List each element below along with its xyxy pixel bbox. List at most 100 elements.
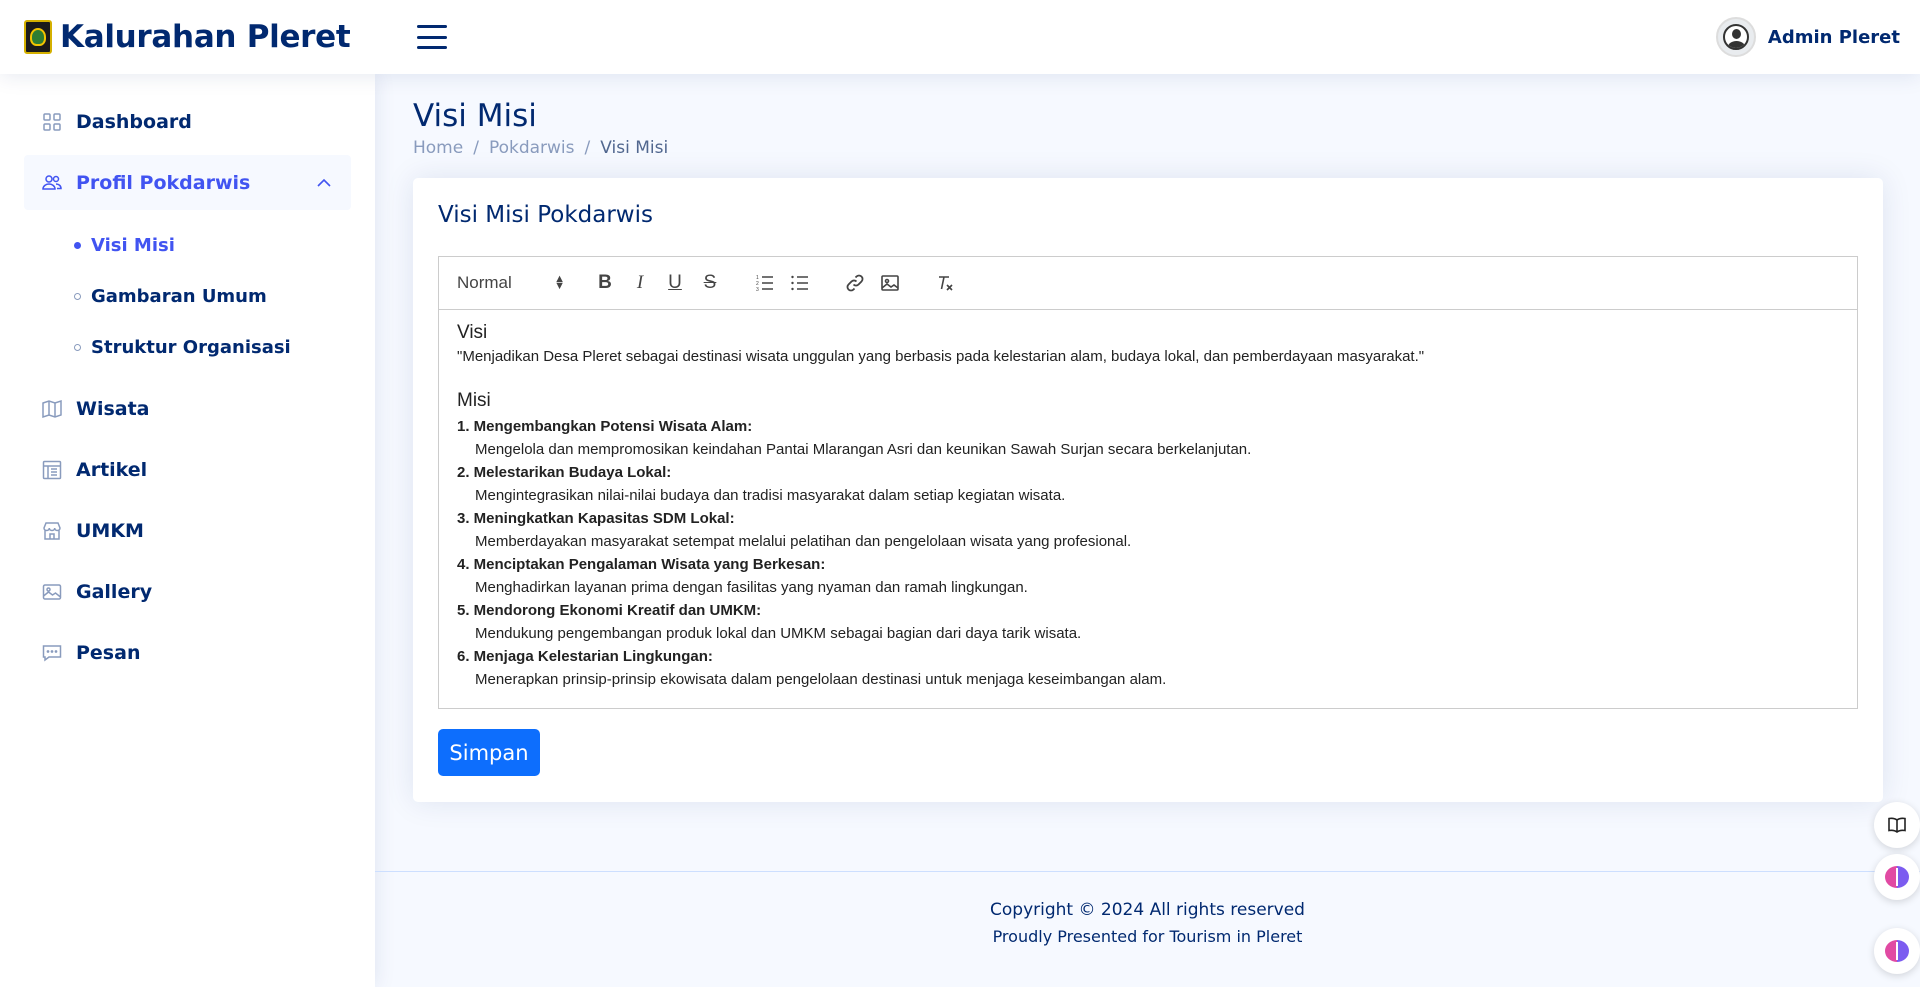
book-icon <box>1888 817 1906 833</box>
sidebar-item-gallery[interactable]: Gallery <box>24 564 351 619</box>
sidebar-item-dashboard[interactable]: Dashboard <box>24 94 351 149</box>
save-button[interactable]: Simpan <box>438 729 540 776</box>
bullet-list-icon <box>791 275 808 291</box>
chevron-up-icon <box>317 178 331 187</box>
clear-format-button[interactable] <box>931 269 959 297</box>
grid-icon <box>42 112 62 132</box>
misi-title: 3. Meningkatkan Kapasitas SDM Lokal: <box>457 510 735 527</box>
misi-desc: Memberdayakan masyarakat setempat melalu… <box>475 533 1132 550</box>
footer-copyright: Copyright © 2024 All rights reserved <box>990 900 1305 920</box>
user-icon <box>1722 24 1749 50</box>
sidebar-item-label: Profil Pokdarwis <box>76 171 251 194</box>
brain-icon <box>1885 866 1909 888</box>
sidebar-subitem-label: Gambaran Umum <box>91 286 267 307</box>
ordered-list-icon: 123 <box>756 275 773 293</box>
clear-format-icon <box>939 276 953 291</box>
svg-text:3: 3 <box>756 287 759 293</box>
circle-icon <box>74 293 81 300</box>
ai-assistant-button[interactable] <box>1874 854 1920 900</box>
misi-desc: Menghadirkan layanan prima dengan fasili… <box>475 579 1028 596</box>
sidebar-item-label: Gallery <box>76 580 153 603</box>
list-item: 3. Meningkatkan Kapasitas SDM Lokal: Memb… <box>457 507 1839 553</box>
misi-list: 1. Mengembangkan Potensi Wisata Alam: Men… <box>457 415 1839 691</box>
misi-title: 2. Melestarikan Budaya Lokal: <box>457 464 672 481</box>
profile-name: Admin Pleret <box>1767 26 1900 48</box>
link-button[interactable] <box>841 269 869 297</box>
list-item: 1. Mengembangkan Potensi Wisata Alam: Men… <box>457 415 1839 461</box>
sort-arrows-icon: ▲ ▼ <box>554 273 565 292</box>
bullet-list-button[interactable] <box>786 269 814 297</box>
breadcrumb-home-link[interactable]: Home <box>413 138 463 158</box>
image-icon <box>881 275 899 291</box>
sidebar-subitem-struktur-organisasi[interactable]: Struktur Organisasi <box>24 322 351 373</box>
list-item: 5. Mendorong Ekonomi Kreatif dan UMKM: Me… <box>457 599 1839 645</box>
misi-desc: Menerapkan prinsip-prinsip ekowisata dal… <box>475 671 1167 688</box>
list-item: 6. Menjaga Kelestarian Lingkungan: Menera… <box>457 645 1839 691</box>
ordered-list-button[interactable]: 123 <box>751 269 779 297</box>
editor-content-area[interactable]: Visi "Menjadikan Desa Pleret sebagai des… <box>439 310 1857 708</box>
misi-title: 4. Menciptakan Pengalaman Wisata yang Be… <box>457 556 826 573</box>
hamburger-icon-line <box>417 46 447 49</box>
sidebar-item-label: Dashboard <box>76 110 192 133</box>
misi-title: 5. Mendorong Ekonomi Kreatif dan UMKM: <box>457 602 762 619</box>
sidebar-item-label: Artikel <box>76 458 148 481</box>
visi-heading: Visi <box>457 322 488 343</box>
avatar <box>1715 17 1756 57</box>
sidebar-submenu: Visi Misi Gambaran Umum Struktur Organis… <box>24 216 351 381</box>
reader-mode-button[interactable] <box>1874 802 1920 848</box>
sidebar-item-label: UMKM <box>76 519 144 542</box>
sidebar-item-pesan[interactable]: Pesan <box>24 625 351 680</box>
header: Kalurahan Pleret Admin Pleret <box>0 0 1920 74</box>
footer-credit: Proudly Presented for Tourism in Pleret <box>992 927 1303 946</box>
logo-text: Kalurahan Pleret <box>60 19 351 55</box>
underline-button[interactable]: U <box>661 269 689 297</box>
profile-dropdown[interactable]: Admin Pleret <box>1715 17 1900 57</box>
page-title: Visi Misi <box>413 98 537 134</box>
sidebar-item-profil-pokdarwis[interactable]: Profil Pokdarwis <box>24 155 351 210</box>
breadcrumb-separator: / <box>584 138 591 158</box>
sidebar-subitem-visi-misi[interactable]: Visi Misi <box>24 220 351 271</box>
layout-text-icon <box>42 460 62 480</box>
format-select[interactable]: Normal ▲ ▼ <box>457 273 565 293</box>
strikethrough-button[interactable]: S <box>696 269 724 297</box>
visi-text: "Menjadikan Desa Pleret sebagai destinas… <box>457 348 1425 365</box>
breadcrumb-current: Visi Misi <box>600 138 669 158</box>
link-icon <box>846 274 864 292</box>
sidebar: Dashboard Profil Pokdarwis Visi Misi Gam… <box>0 74 375 987</box>
brain-icon <box>1885 940 1909 962</box>
format-select-value: Normal <box>457 273 512 292</box>
breadcrumb-pokdarwis-link[interactable]: Pokdarwis <box>489 138 575 158</box>
sidebar-item-label: Wisata <box>76 397 150 420</box>
sidebar-item-umkm[interactable]: UMKM <box>24 503 351 558</box>
sidebar-subitem-gambaran-umum[interactable]: Gambaran Umum <box>24 271 351 322</box>
breadcrumb: Home / Pokdarwis / Visi Misi <box>413 138 1882 158</box>
misi-title: 1. Mengembangkan Potensi Wisata Alam: <box>457 418 753 435</box>
image-button[interactable] <box>876 269 904 297</box>
visi-misi-card: Visi Misi Pokdarwis Normal ▲ ▼ B I U S 12… <box>413 178 1883 802</box>
hamburger-icon-line <box>417 35 447 39</box>
people-icon <box>42 173 62 193</box>
shop-icon <box>42 521 62 541</box>
sidebar-item-wisata[interactable]: Wisata <box>24 381 351 436</box>
logo[interactable]: Kalurahan Pleret <box>24 19 394 55</box>
italic-button[interactable]: I <box>626 269 654 297</box>
editor-toolbar: Normal ▲ ▼ B I U S 123 <box>439 257 1857 310</box>
hamburger-icon-line <box>417 25 447 28</box>
list-item: 4. Menciptakan Pengalaman Wisata yang Be… <box>457 553 1839 599</box>
sidebar-item-artikel[interactable]: Artikel <box>24 442 351 497</box>
circle-icon <box>74 242 81 249</box>
sidebar-toggle-button[interactable] <box>417 25 447 49</box>
map-icon <box>42 399 62 419</box>
sidebar-item-label: Pesan <box>76 641 141 664</box>
image-icon <box>42 582 62 602</box>
emblem-icon <box>24 20 52 54</box>
chat-dots-icon <box>42 643 62 663</box>
misi-title: 6. Menjaga Kelestarian Lingkungan: <box>457 648 713 665</box>
circle-icon <box>74 344 81 351</box>
sidebar-subitem-label: Visi Misi <box>91 235 175 256</box>
misi-desc: Mendukung pengembangan produk lokal dan … <box>475 625 1082 642</box>
bold-button[interactable]: B <box>591 269 619 297</box>
ai-assistant-button-secondary[interactable] <box>1874 928 1920 974</box>
footer: Copyright © 2024 All rights reserved Pro… <box>375 871 1920 987</box>
list-item: 2. Melestarikan Budaya Lokal: Mengintegra… <box>457 461 1839 507</box>
